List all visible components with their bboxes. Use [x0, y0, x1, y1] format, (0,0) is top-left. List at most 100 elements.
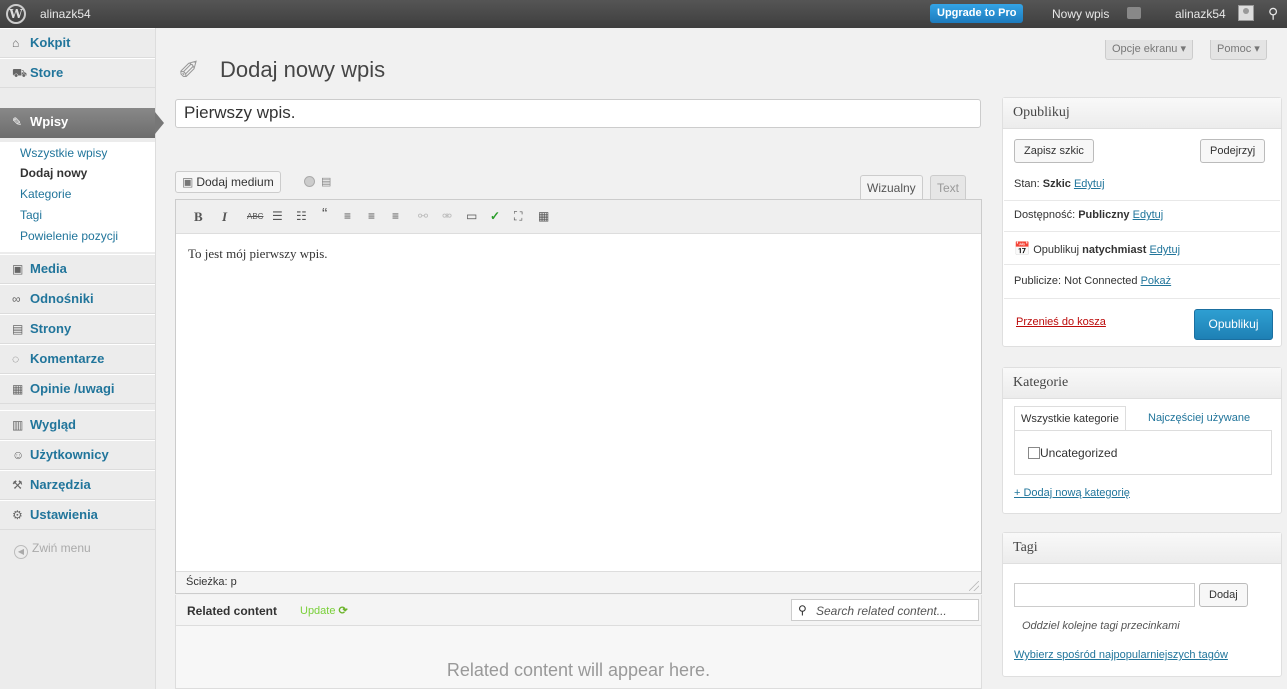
- kitchen-sink-button[interactable]: ▦: [538, 209, 549, 223]
- align-left-button[interactable]: ≡: [344, 209, 351, 223]
- sidebar-item-links[interactable]: ∞ Odnośniki: [0, 284, 155, 314]
- media-icon: ▣: [182, 175, 194, 189]
- fullscreen-button[interactable]: ⛶: [514, 209, 522, 224]
- move-to-trash-link[interactable]: Przenieś do kosza: [1016, 316, 1106, 328]
- screen-options-button[interactable]: Opcje ekranu ▾: [1105, 40, 1194, 60]
- add-media-button[interactable]: ▣ Dodaj medium: [175, 171, 281, 193]
- post-title-input[interactable]: Pierwszy wpis.: [175, 99, 981, 128]
- related-update-button[interactable]: Update ⟳: [300, 604, 348, 617]
- sidebar-item-pages[interactable]: ▤ Strony: [0, 314, 155, 344]
- help-button[interactable]: Pomoc ▾: [1210, 40, 1267, 60]
- italic-button[interactable]: I: [222, 209, 227, 225]
- choose-tags-link[interactable]: Wybierz spośród najpopularniejszych tagó…: [1014, 649, 1228, 661]
- status-value: Szkic: [1042, 178, 1071, 190]
- sidebar-item-kokpit[interactable]: ⌂ Kokpit: [0, 28, 155, 58]
- align-right-button[interactable]: ≡: [392, 209, 399, 223]
- publicize-show-link[interactable]: Pokaż: [1141, 275, 1172, 287]
- save-draft-button[interactable]: Zapisz szkic: [1014, 139, 1094, 163]
- sidebar-item-label: Store: [30, 65, 64, 80]
- tags-box: Tagi Dodaj Oddziel kolejne tagi przecink…: [1002, 532, 1282, 677]
- feedback-icon: ▦: [12, 382, 24, 396]
- bullet-list-button[interactable]: ☰: [272, 209, 283, 223]
- spellcheck-button[interactable]: ✓: [490, 209, 500, 223]
- tab-visual[interactable]: Wizualny: [860, 175, 923, 200]
- tags-box-title: Tagi: [1003, 533, 1281, 564]
- sidebar-item-store[interactable]: ⛟ Store: [0, 58, 155, 88]
- related-empty-message: Related content will appear here.: [446, 660, 711, 680]
- new-post-link[interactable]: Nowy wpis: [1052, 7, 1109, 21]
- edit-publish-time-link[interactable]: Edytuj: [1149, 244, 1180, 256]
- unlink-button[interactable]: ⚮: [442, 209, 452, 223]
- strikethrough-button[interactable]: ABC: [247, 212, 263, 221]
- add-tag-button[interactable]: Dodaj: [1199, 583, 1248, 607]
- refresh-icon: ⟳: [338, 605, 348, 617]
- category-checkbox[interactable]: [1028, 447, 1040, 459]
- insert-more-button[interactable]: ▭: [466, 209, 477, 223]
- sidebar-item-label: Opinie /uwagi: [30, 381, 115, 396]
- publicize-row: Publicize: Not Connected Pokaż: [1014, 275, 1171, 287]
- tag-input[interactable]: [1014, 583, 1195, 607]
- visibility-value: Publiczny: [1078, 209, 1130, 221]
- sidebar-item-label: Wygląd: [30, 417, 76, 432]
- sidebar-item-wpisy[interactable]: ✎ Wpisy: [0, 108, 164, 138]
- publish-box-title: Opublikuj: [1003, 98, 1281, 129]
- site-name-link[interactable]: alinazk54: [40, 7, 91, 21]
- tab-popular-categories[interactable]: Najczęściej używane: [1148, 406, 1250, 430]
- related-search-input[interactable]: ⚲ Search related content...: [791, 599, 979, 621]
- users-icon: ☺: [12, 448, 25, 462]
- form-icon[interactable]: ▤: [321, 175, 331, 188]
- publish-button[interactable]: Opublikuj: [1194, 309, 1273, 340]
- align-center-button[interactable]: ≡: [368, 209, 375, 223]
- category-label: Uncategorized: [1040, 446, 1118, 460]
- sidebar-item-comments[interactable]: ◌ Komentarze: [0, 344, 155, 374]
- submenu-categories[interactable]: Kategorie: [20, 187, 71, 201]
- sidebar-item-users[interactable]: ☺ Użytkownicy: [0, 440, 155, 470]
- edit-status-link[interactable]: Edytuj: [1074, 178, 1105, 190]
- link-icon: ∞: [12, 292, 21, 306]
- editor-status-bar: Ścieżka: p: [176, 571, 981, 593]
- numbered-list-button[interactable]: ☷: [296, 209, 307, 223]
- tools-icon: ⚒: [12, 478, 23, 492]
- publish-time-row: 📅 Opublikuj natychmiast Edytuj: [1014, 241, 1180, 257]
- comment-bubble-icon[interactable]: [1127, 7, 1141, 19]
- tab-text[interactable]: Text: [930, 175, 967, 199]
- resize-handle-icon[interactable]: [969, 581, 979, 591]
- avatar-icon[interactable]: [1238, 5, 1254, 21]
- user-name-link[interactable]: alinazk54: [1175, 7, 1226, 21]
- editor-toolbar: B I ABC ☰ ☷ “ ≡ ≡ ≡ ⚯ ⚮ ▭ ✓ ⛶ ▦: [176, 200, 981, 234]
- tag-hint: Oddziel kolejne tagi przecinkami: [1022, 620, 1180, 632]
- blockquote-button[interactable]: “: [322, 206, 327, 224]
- submenu-all-posts[interactable]: Wszystkie wpisy: [20, 146, 107, 160]
- settings-icon: ⚙: [12, 508, 23, 522]
- wordpress-logo-icon[interactable]: W: [6, 4, 26, 24]
- add-category-link[interactable]: + Dodaj nową kategorię: [1014, 487, 1130, 499]
- page-title: Dodaj nowy wpis: [220, 57, 386, 82]
- submenu-add-new[interactable]: Dodaj nowy: [20, 166, 87, 180]
- bold-button[interactable]: B: [194, 209, 203, 225]
- media-icon: ▣: [12, 262, 24, 276]
- edit-visibility-link[interactable]: Edytuj: [1133, 209, 1164, 221]
- editor-content[interactable]: To jest mój pierwszy wpis.: [188, 246, 328, 262]
- sidebar-item-tools[interactable]: ⚒ Narzędzia: [0, 470, 155, 500]
- categories-box: Kategorie Wszystkie kategorie Najczęście…: [1002, 367, 1282, 514]
- preview-button[interactable]: Podejrzyj: [1200, 139, 1266, 163]
- status-label: Stan:: [1014, 178, 1043, 190]
- sidebar-item-label: Użytkownicy: [30, 447, 109, 462]
- submenu-tags[interactable]: Tagi: [20, 208, 42, 222]
- admin-sidebar: ⌂ Kokpit ⛟ Store ✎ Wpisy Wszystkie wpisy Do…: [0, 28, 164, 689]
- collapse-menu-button[interactable]: ◀ Zwiń menu: [14, 541, 91, 559]
- collapse-arrow-icon: ◀: [14, 545, 28, 559]
- poll-icon[interactable]: [304, 176, 315, 187]
- search-icon[interactable]: ⚲: [1268, 5, 1278, 22]
- sidebar-item-label: Strony: [30, 321, 72, 336]
- tab-all-categories[interactable]: Wszystkie kategorie: [1014, 406, 1126, 431]
- sidebar-item-media[interactable]: ▣ Media: [0, 254, 155, 284]
- sidebar-item-feedback[interactable]: ▦ Opinie /uwagi: [0, 374, 155, 404]
- sidebar-item-appearance[interactable]: ▥ Wygląd: [0, 410, 155, 440]
- related-content-box: Related content Update ⟳ ⚲ Search relate…: [175, 595, 982, 689]
- submenu-duplicate[interactable]: Powielenie pozycji: [20, 229, 118, 243]
- upgrade-button[interactable]: Upgrade to Pro: [930, 4, 1024, 23]
- insert-link-button[interactable]: ⚯: [418, 209, 428, 223]
- sidebar-item-settings[interactable]: ⚙ Ustawienia: [0, 500, 155, 530]
- divider: [1004, 298, 1280, 299]
